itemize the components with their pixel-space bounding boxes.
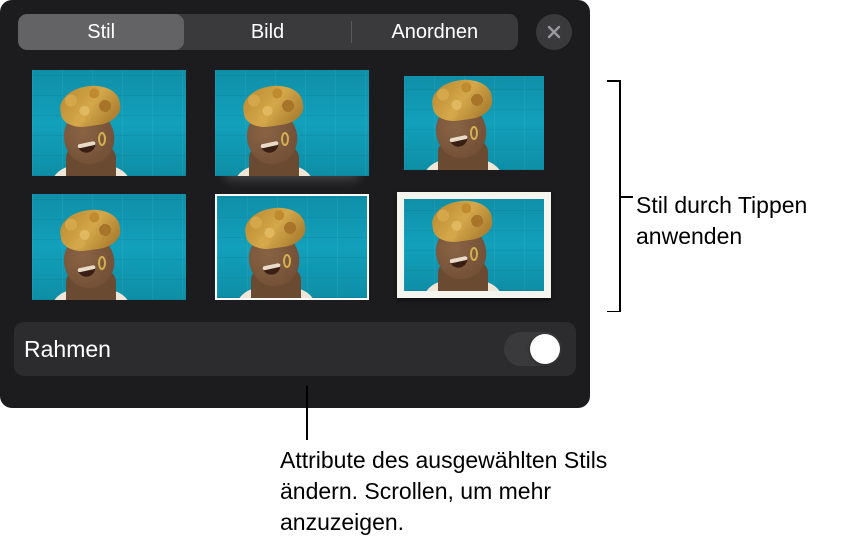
tab-segmented-control: Stil Bild Anordnen [18, 14, 518, 50]
close-icon [546, 24, 562, 40]
callout-bracket [607, 80, 627, 312]
styles-grid [0, 60, 590, 308]
tab-image[interactable]: Bild [184, 14, 350, 50]
panel-header: Stil Bild Anordnen [0, 0, 590, 60]
tab-image-label: Bild [251, 21, 284, 44]
callout-attributes: Attribute des ausgewählten Stils ändern.… [280, 445, 670, 538]
callout-leader-line [306, 386, 308, 440]
tab-arrange-label: Anordnen [391, 21, 478, 44]
tab-style-label: Stil [87, 21, 115, 44]
tab-style[interactable]: Stil [18, 14, 184, 50]
style-option-1[interactable] [32, 70, 186, 176]
close-button[interactable] [536, 14, 572, 50]
toggle-knob [530, 334, 560, 364]
style-option-3[interactable] [397, 70, 551, 176]
frame-label: Rahmen [24, 336, 111, 363]
frame-toggle[interactable] [504, 332, 562, 366]
format-panel: Stil Bild Anordnen [0, 0, 590, 408]
style-option-6[interactable] [397, 192, 551, 298]
tab-arrange[interactable]: Anordnen [352, 14, 518, 50]
style-option-4[interactable] [32, 194, 186, 300]
style-option-5[interactable] [215, 194, 369, 300]
frame-row[interactable]: Rahmen [14, 322, 576, 376]
callout-apply-style: Stil durch Tippen anwenden [636, 190, 856, 252]
style-option-2[interactable] [215, 70, 369, 176]
